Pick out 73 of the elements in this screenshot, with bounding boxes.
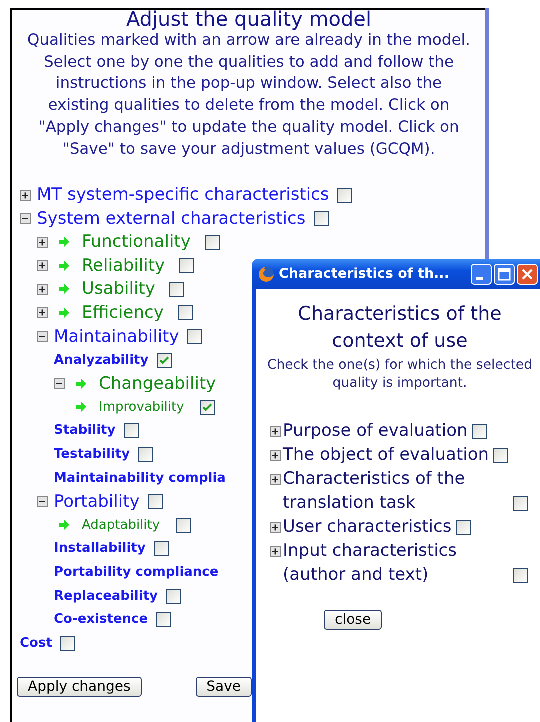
page-title: Adjust the quality model <box>125 8 373 30</box>
checkbox[interactable] <box>314 211 329 226</box>
tree-item[interactable]: Analyzability <box>54 352 149 368</box>
tree-item[interactable]: Adaptability <box>82 518 160 533</box>
checkbox[interactable] <box>156 612 172 628</box>
checkbox[interactable] <box>456 520 471 535</box>
tree-item[interactable]: System external characteristics <box>37 208 306 229</box>
form-button[interactable]: Save <box>196 677 252 698</box>
tree-item[interactable]: Efficiency <box>82 302 164 323</box>
collapse-icon[interactable] <box>37 496 48 508</box>
expand-icon[interactable] <box>37 284 48 295</box>
checkbox[interactable] <box>513 496 528 511</box>
expand-icon[interactable] <box>270 522 281 533</box>
tree-item[interactable]: Changeability <box>99 374 216 394</box>
form-button[interactable]: Apply changes <box>17 677 142 698</box>
tree-item[interactable]: Usability <box>82 279 156 300</box>
checkbox[interactable] <box>179 258 194 274</box>
context-item[interactable]: User characteristics <box>283 515 452 539</box>
collapse-icon[interactable] <box>54 378 65 390</box>
checkbox[interactable] <box>154 541 169 556</box>
checkbox[interactable] <box>156 352 172 368</box>
window-title: Characteristics of th... <box>279 266 450 282</box>
context-item[interactable]: Characteristics of the translation task <box>283 467 509 515</box>
popup-subtitle: Check the one(s) for which the selected quality is important. <box>266 357 534 393</box>
tree-item[interactable]: Maintainability <box>54 326 180 347</box>
tree-item[interactable]: Portability <box>54 492 140 512</box>
expand-icon[interactable] <box>20 190 31 201</box>
collapse-icon[interactable] <box>20 213 31 224</box>
checkbox[interactable] <box>187 329 202 344</box>
checkbox[interactable] <box>472 424 487 439</box>
tree-item[interactable]: Reliability <box>82 256 166 276</box>
checkbox[interactable] <box>148 494 163 510</box>
globe-icon <box>258 266 275 282</box>
tree-item[interactable]: Installability <box>54 541 146 556</box>
checkbox[interactable] <box>513 568 528 583</box>
checkbox[interactable] <box>204 234 220 250</box>
tree-item[interactable]: Cost <box>20 636 52 651</box>
checkbox[interactable] <box>138 447 154 462</box>
context-item[interactable]: Purpose of evaluation <box>283 419 468 443</box>
maximize-icon[interactable] <box>494 264 515 284</box>
context-item[interactable]: Input characteristics (author and text) <box>283 539 509 587</box>
expand-icon[interactable] <box>37 307 48 318</box>
tree-item[interactable]: Stability <box>54 423 116 438</box>
tree-item[interactable]: Functionality <box>82 232 191 252</box>
tree-item[interactable]: MT system-specific characteristics <box>37 185 330 206</box>
checkbox[interactable] <box>337 188 352 203</box>
context-item[interactable]: The object of evaluation <box>283 443 490 467</box>
checkbox[interactable] <box>166 588 182 604</box>
close-icon[interactable] <box>517 264 538 284</box>
checkbox[interactable] <box>178 305 193 320</box>
expand-icon[interactable] <box>270 426 281 437</box>
minimize-icon[interactable] <box>471 264 492 284</box>
checkbox[interactable] <box>60 636 76 651</box>
tree-item[interactable]: Testability <box>54 447 130 462</box>
tree-item[interactable]: Replaceability <box>54 588 158 604</box>
expand-icon[interactable] <box>37 236 48 248</box>
checkbox[interactable] <box>200 400 216 415</box>
checkbox[interactable] <box>493 448 508 463</box>
collapse-icon[interactable] <box>37 331 48 342</box>
checkbox[interactable] <box>176 518 192 533</box>
expand-icon[interactable] <box>270 450 281 461</box>
close-button[interactable]: close <box>324 610 382 630</box>
expand-icon[interactable] <box>37 260 48 272</box>
popup-heading: Characteristics of the context of use <box>297 302 503 354</box>
tree-item[interactable]: Co-existence <box>54 612 148 628</box>
instructions-text: Qualities marked with an arrow are already in the model. Select one by one the qualities to add and follow the instructions in the pop-up window. Select also the existing qualities to delete from the model. Click on "Apply changes" to update the quality model. Click on "Save" to save your adjustment values (GCQM). <box>26 30 472 160</box>
tree-item[interactable]: Portability compliance <box>54 565 219 580</box>
tree-item[interactable]: Improvability <box>99 400 184 415</box>
expand-icon[interactable] <box>270 546 281 557</box>
tree-item[interactable]: Maintainability complia <box>54 470 226 486</box>
checkbox[interactable] <box>124 423 139 438</box>
checkbox[interactable] <box>169 282 184 297</box>
expand-icon[interactable] <box>270 474 281 485</box>
